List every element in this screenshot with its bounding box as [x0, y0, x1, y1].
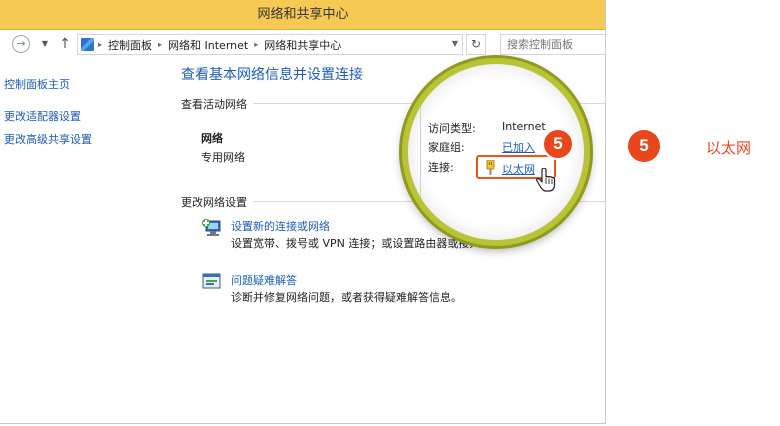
ethernet-connection-link[interactable]: 以太网 — [502, 161, 535, 177]
sidebar-item-change-adapter-settings[interactable]: 更改适配器设置 — [4, 108, 81, 124]
chevron-right-icon[interactable]: ▸ — [98, 40, 102, 49]
section-divider — [420, 64, 421, 240]
access-type-value: Internet — [502, 120, 546, 133]
window-title: 网络和共享中心 — [0, 0, 605, 30]
sidebar-item-change-advanced-sharing[interactable]: 更改高级共享设置 — [4, 131, 92, 147]
setup-connection-link[interactable]: 设置新的连接或网络 — [231, 218, 330, 234]
address-bar: → ▼ ↑ ▸ 控制面板 ▸ 网络和 Internet ▸ 网络和共享中心 ▼ … — [0, 31, 605, 58]
active-networks-heading: 查看活动网络 — [181, 98, 247, 111]
change-settings-heading: 更改网络设置 — [181, 196, 247, 209]
up-arrow-icon[interactable]: ↑ — [56, 35, 74, 53]
control-panel-window: 网络和共享中心 → ▼ ↑ ▸ 控制面板 ▸ 网络和 Internet ▸ 网络… — [0, 0, 606, 424]
chevron-right-icon[interactable]: ▸ — [158, 40, 162, 49]
access-type-label: 访问类型: — [428, 122, 476, 135]
refresh-icon[interactable]: ↻ — [466, 34, 486, 55]
breadcrumb[interactable]: ▸ 控制面板 ▸ 网络和 Internet ▸ 网络和共享中心 ▼ — [77, 34, 463, 55]
hand-cursor-icon — [536, 168, 556, 192]
chevron-right-icon[interactable]: ▸ — [254, 40, 258, 49]
homegroup-label: 家庭组: — [428, 141, 465, 154]
history-dropdown-icon[interactable]: ▼ — [36, 35, 54, 53]
breadcrumb-network-internet[interactable]: 网络和 Internet — [168, 37, 248, 53]
step-number-badge: 5 — [628, 130, 660, 162]
step-number-badge: 5 — [542, 128, 574, 160]
page-title: 查看基本网络信息并设置连接 — [181, 67, 363, 83]
ethernet-plug-icon — [486, 160, 495, 175]
troubleshoot-link[interactable]: 问题疑难解答 — [231, 272, 297, 288]
network-setup-icon — [202, 219, 221, 236]
breadcrumb-control-panel[interactable]: 控制面板 — [108, 37, 152, 53]
sidebar-item-control-panel-home[interactable]: 控制面板主页 — [4, 76, 70, 92]
breadcrumb-network-sharing-center[interactable]: 网络和共享中心 — [264, 37, 341, 53]
troubleshoot-description: 诊断并修复网络问题，或者获得疑难解答信息。 — [231, 291, 462, 304]
step-instruction-text: 以太网 — [706, 139, 752, 157]
back-arrow-icon[interactable]: → — [12, 35, 30, 53]
search-input[interactable] — [500, 34, 605, 55]
connections-label: 连接: — [428, 161, 454, 174]
troubleshoot-icon — [202, 273, 221, 289]
network-type: 专用网络 — [201, 151, 245, 164]
control-panel-icon — [81, 38, 94, 51]
chevron-down-icon[interactable]: ▼ — [452, 39, 458, 48]
network-name: 网络 — [201, 132, 223, 145]
homegroup-link[interactable]: 已加入 — [502, 139, 535, 155]
